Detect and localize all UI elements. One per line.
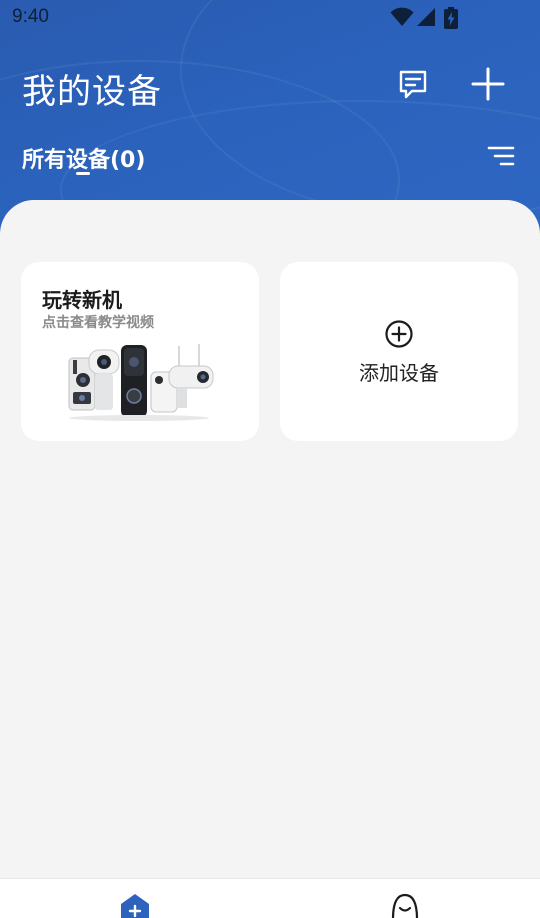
promo-card[interactable]: 玩转新机 点击查看教学视频	[21, 262, 259, 441]
message-icon	[399, 70, 427, 99]
tab-all-devices[interactable]: 所有设备(0)	[22, 142, 145, 174]
home-add-icon	[121, 894, 149, 918]
message-button[interactable]	[395, 66, 431, 102]
sort-button[interactable]	[486, 144, 516, 170]
status-time: 9:40	[12, 6, 49, 27]
status-bar: 9:40	[0, 0, 540, 36]
cell-signal-icon	[417, 8, 435, 26]
circle-plus-icon	[385, 320, 413, 348]
nav-item-devices[interactable]	[118, 893, 152, 918]
promo-subtitle: 点击查看教学视频	[42, 315, 154, 331]
add-button[interactable]	[470, 66, 506, 102]
add-device-card[interactable]: 添加设备	[280, 262, 518, 441]
device-home-screen: 9:40 我的设备 所有设备(0) 玩转新机 点击查看教学视频 添加设备	[0, 0, 540, 918]
sort-lines-icon	[487, 146, 515, 166]
add-device-label: 添加设备	[359, 361, 439, 385]
bottom-nav	[0, 878, 540, 918]
wifi-icon	[390, 7, 414, 26]
battery-charging-icon	[444, 7, 458, 29]
promo-title: 玩转新机	[42, 288, 122, 312]
nav-item-me[interactable]	[390, 893, 420, 918]
profile-face-icon	[391, 893, 419, 918]
page-title: 我的设备	[22, 72, 162, 112]
tab-active-indicator	[76, 172, 90, 175]
security-cameras-product-photo	[68, 344, 214, 421]
plus-icon	[471, 67, 505, 101]
